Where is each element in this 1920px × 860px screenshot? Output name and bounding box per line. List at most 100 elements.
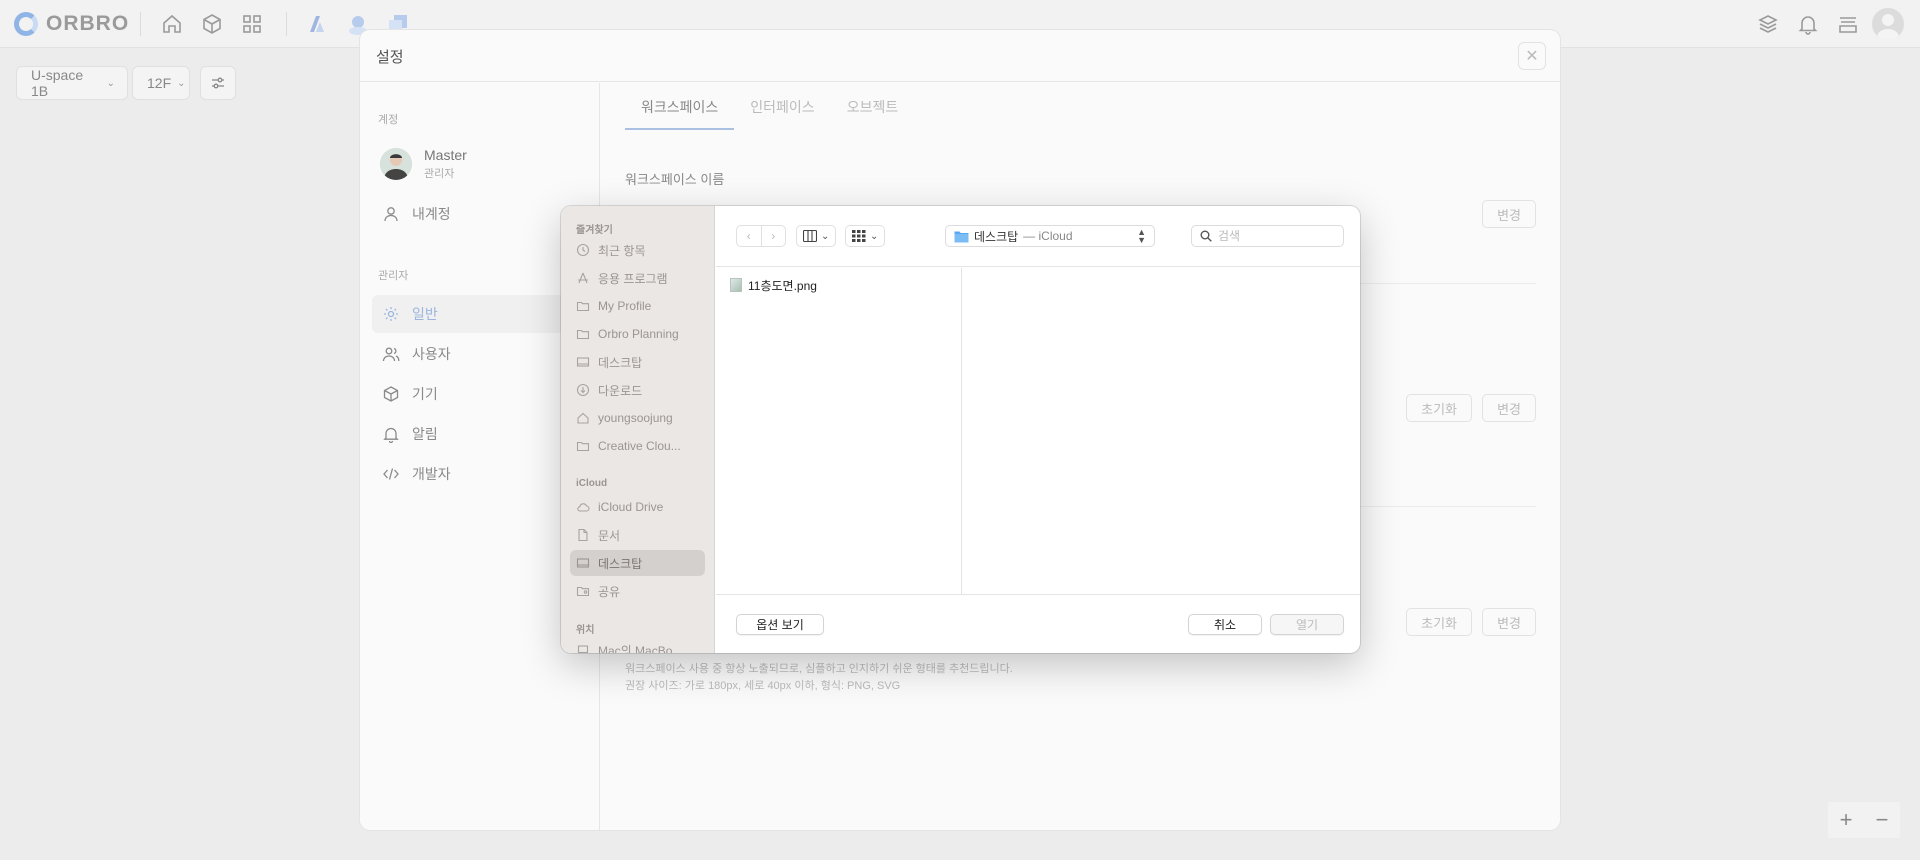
- folder-icon: [576, 329, 590, 340]
- sidebar-item-devices[interactable]: 기기: [372, 375, 588, 413]
- sidebar-item-label: Creative Clou...: [598, 439, 681, 453]
- bell-icon: [383, 427, 399, 443]
- profile-name: Master: [424, 147, 467, 163]
- location-scope: — iCloud: [1023, 229, 1073, 243]
- archive-icon[interactable]: [1836, 12, 1860, 36]
- clock-icon: [576, 243, 590, 257]
- desktop-icon: [576, 357, 590, 367]
- tab-object[interactable]: 오브젝트: [831, 83, 915, 130]
- change-name-button[interactable]: 변경: [1482, 200, 1536, 228]
- tab-interface[interactable]: 인터페이스: [734, 83, 830, 130]
- layers-icon[interactable]: [1756, 12, 1780, 36]
- bell-icon[interactable]: [1796, 12, 1820, 36]
- search-field[interactable]: [1191, 225, 1344, 247]
- view-mode-button[interactable]: ⌄: [796, 225, 837, 247]
- sidebar-item-label: 데스크탑: [598, 355, 643, 370]
- desktop-icon: [576, 558, 590, 568]
- file-item[interactable]: 11층도면.png: [724, 274, 823, 296]
- close-button[interactable]: ✕: [1518, 42, 1546, 70]
- sidebar-item-label: Orbro Planning: [598, 327, 679, 341]
- sidebar-item-label: Mac의 MacBo...: [598, 643, 683, 654]
- sidebar-item-documents[interactable]: 문서: [570, 522, 705, 548]
- search-icon: [1200, 230, 1212, 242]
- group-mode-button[interactable]: ⌄: [845, 225, 886, 247]
- filter-button[interactable]: [200, 66, 236, 100]
- back-button[interactable]: ‹: [737, 226, 762, 246]
- folder-icon: [954, 231, 969, 242]
- laptop-icon: [577, 645, 589, 653]
- file-open-dialog: 즐겨찾기 최근 항목 응용 프로그램 My Profile Orbro Plan…: [561, 206, 1360, 653]
- dialog-toolbar: ‹ › ⌄ ⌄ 데스크탑 — iCloud ▲ ▼: [716, 206, 1360, 267]
- sidebar-item-label: 다운로드: [598, 383, 643, 398]
- updown-chevron-icon: ▲ ▼: [1137, 227, 1146, 245]
- sidebar-item-icloud-drive[interactable]: iCloud Drive: [570, 494, 705, 520]
- floor-selector-value: 12F: [147, 75, 172, 91]
- orbro-logo[interactable]: ORBRO: [14, 12, 129, 36]
- folder-icon: [576, 441, 590, 452]
- sidebar-item-creative-cloud[interactable]: Creative Clou...: [570, 433, 705, 459]
- sidebar-item-home[interactable]: youngsoojung: [570, 405, 705, 431]
- sidebar-item-recents[interactable]: 최근 항목: [570, 237, 705, 263]
- avatar: [380, 148, 412, 180]
- divider: [286, 12, 287, 36]
- sidebar-item-label: 공유: [598, 584, 621, 599]
- sidebar-item-developer[interactable]: 개발자: [372, 455, 588, 493]
- sidebar-item-label: My Profile: [598, 299, 652, 313]
- reset-button[interactable]: 초기화: [1406, 394, 1472, 422]
- logo-help-size: 권장 사이즈: 가로 180px, 세로 40px 이하, 형식: PNG, S…: [625, 680, 901, 692]
- sidebar-item-notifications[interactable]: 알림: [372, 415, 588, 453]
- settings-title: 설정: [376, 49, 404, 66]
- image-file-icon: [730, 278, 742, 292]
- building-selector[interactable]: U-space 1B ⌄: [16, 66, 128, 100]
- user-avatar[interactable]: [1872, 8, 1904, 40]
- sidebar-item-macbook[interactable]: Mac의 MacBo...: [570, 637, 705, 653]
- favorites-section-label: 즐겨찾기: [576, 225, 613, 236]
- zoom-out-button[interactable]: −: [1864, 802, 1900, 838]
- grid-icon[interactable]: [240, 12, 264, 36]
- file-name: 11층도면.png: [748, 278, 817, 293]
- sidebar-item-users[interactable]: 사용자: [372, 335, 588, 373]
- sidebar-item-orbro-planning[interactable]: Orbro Planning: [570, 321, 705, 347]
- floor-selector[interactable]: 12F ⌄: [132, 66, 190, 100]
- reset-logo-button[interactable]: 초기화: [1406, 608, 1472, 636]
- change-logo-button[interactable]: 변경: [1482, 608, 1536, 636]
- cube-icon[interactable]: [200, 12, 224, 36]
- cancel-button[interactable]: 취소: [1188, 614, 1262, 635]
- sidebar-item-desktop[interactable]: 데스크탑: [570, 349, 705, 375]
- location-popup[interactable]: 데스크탑 — iCloud ▲ ▼: [945, 225, 1155, 247]
- sidebar-item-label: 기기: [412, 386, 438, 402]
- tab-workspace[interactable]: 워크스페이스: [625, 83, 735, 130]
- sidebar-item-icloud-desktop[interactable]: 데스크탑: [570, 550, 705, 576]
- chevron-left-icon: ‹: [746, 229, 751, 243]
- sidebar-item-my-account[interactable]: 내계정: [372, 195, 588, 233]
- sidebar-item-my-profile[interactable]: My Profile: [570, 293, 705, 319]
- columns-icon: [803, 230, 817, 242]
- show-options-button[interactable]: 옵션 보기: [736, 614, 824, 635]
- document-icon: [578, 528, 588, 542]
- sidebar-item-label: 데스크탑: [598, 556, 643, 571]
- workspace-name-title: 워크스페이스 이름: [625, 172, 725, 187]
- change-button[interactable]: 변경: [1482, 394, 1536, 422]
- sliders-icon: [212, 77, 224, 89]
- zoom-in-button[interactable]: +: [1828, 802, 1864, 838]
- chevron-right-icon: ›: [771, 229, 776, 243]
- admin-section-label: 관리자: [378, 270, 409, 282]
- home-icon[interactable]: [160, 12, 184, 36]
- dialog-sidebar: 즐겨찾기 최근 항목 응용 프로그램 My Profile Orbro Plan…: [561, 206, 715, 653]
- sidebar-item-label: 알림: [412, 426, 438, 442]
- profile-card[interactable]: Master 관리자: [380, 147, 467, 181]
- search-input[interactable]: [1218, 229, 1328, 243]
- sidebar-item-shared[interactable]: 공유: [570, 578, 705, 604]
- icloud-section-label: iCloud: [576, 478, 608, 489]
- location-folder: 데스크탑: [974, 229, 1019, 244]
- download-icon: [576, 383, 590, 397]
- sidebar-item-downloads[interactable]: 다운로드: [570, 377, 705, 403]
- logo-help-text: 워크스페이스 사용 중 항상 노출되므로, 심플하고 인지하기 쉬운 형태를 추…: [625, 663, 1013, 675]
- open-button[interactable]: 열기: [1270, 614, 1344, 635]
- sidebar-item-general[interactable]: 일반: [372, 295, 588, 333]
- app-a-icon[interactable]: [304, 12, 328, 36]
- forward-button[interactable]: ›: [762, 226, 786, 246]
- users-icon: [382, 347, 400, 362]
- sidebar-item-applications[interactable]: 응용 프로그램: [570, 265, 705, 291]
- close-icon: ✕: [1525, 48, 1539, 65]
